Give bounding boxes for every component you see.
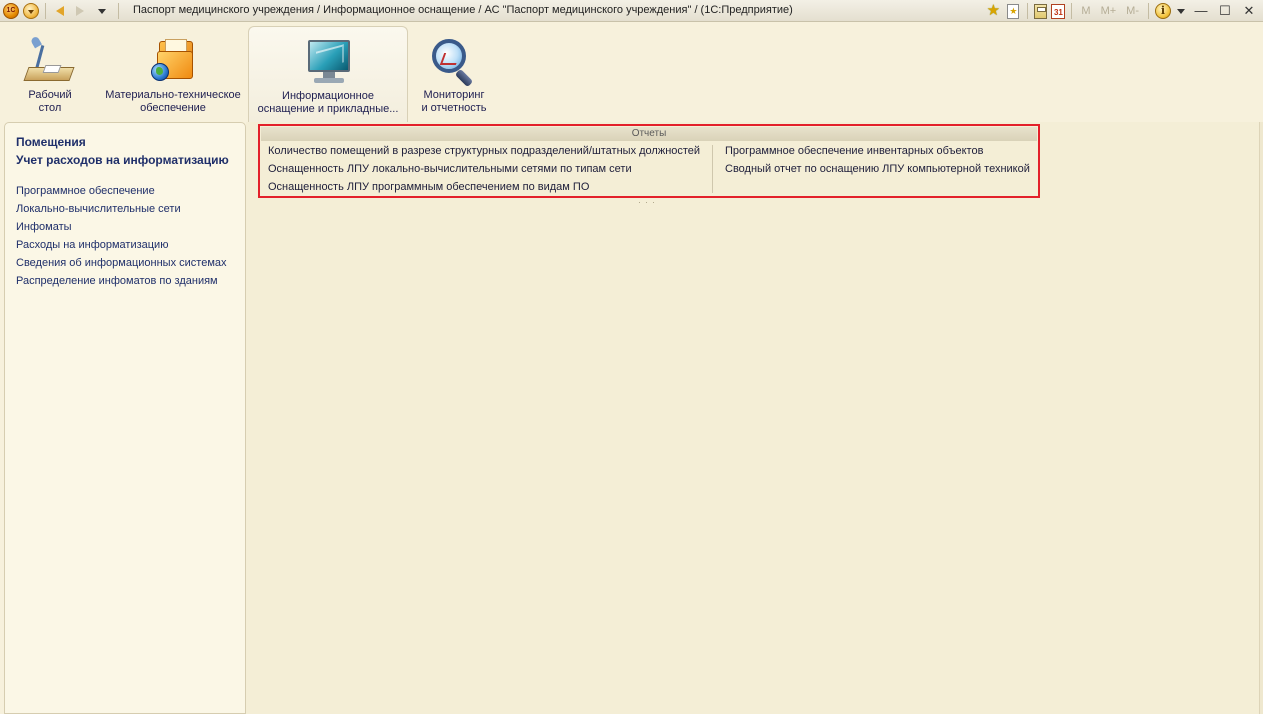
info-dropdown-icon[interactable] bbox=[1177, 8, 1185, 14]
report-rooms-by-departments[interactable]: Количество помещений в разрезе структурн… bbox=[268, 145, 700, 157]
add-to-favorites-icon[interactable]: ★ bbox=[1007, 3, 1020, 19]
toolbar-separator bbox=[118, 3, 119, 19]
section-monitoring[interactable]: Мониторинг и отчетность bbox=[412, 23, 496, 122]
reports-header: Отчеты bbox=[261, 127, 1037, 141]
memory-m-button[interactable]: M bbox=[1078, 5, 1093, 17]
calendar-icon[interactable]: 31 bbox=[1051, 3, 1066, 19]
section-label-line1: Информационное bbox=[282, 90, 374, 102]
info-icon[interactable]: i bbox=[1155, 3, 1171, 19]
memory-minus-button[interactable]: M- bbox=[1123, 5, 1142, 17]
history-dropdown-icon[interactable] bbox=[98, 8, 106, 14]
nav-item-information-systems[interactable]: Сведения об информационных системах bbox=[16, 257, 227, 269]
section-desktop[interactable]: Рабочий стол bbox=[4, 23, 96, 122]
report-computer-equipment-summary[interactable]: Сводный отчет по оснащению ЛПУ компьютер… bbox=[725, 163, 1030, 175]
folder-globe-icon bbox=[149, 37, 197, 85]
section-label-line2: и отчетность bbox=[421, 102, 487, 114]
favorites-star-icon[interactable]: ★ bbox=[985, 3, 1001, 19]
section-information-equipment[interactable]: Информационное оснащение и прикладные... bbox=[248, 26, 408, 122]
column-divider bbox=[712, 145, 713, 193]
toolbar-separator bbox=[45, 3, 46, 19]
desk-icon bbox=[23, 35, 75, 85]
nav-item-infomats-by-buildings[interactable]: Распределение инфоматов по зданиям bbox=[16, 275, 218, 287]
main-area: Отчеты Количество помещений в разрезе ст… bbox=[246, 122, 1263, 714]
nav-item-it-expenses-accounting[interactable]: Учет расходов на информатизацию bbox=[16, 153, 229, 167]
1c-logo-icon[interactable]: 1C bbox=[3, 3, 19, 19]
splitter-grip[interactable]: ··· bbox=[638, 197, 659, 207]
section-label-line1: Материально-техническое bbox=[105, 89, 241, 101]
magnifier-icon bbox=[430, 37, 478, 88]
nav-item-infomats[interactable]: Инфоматы bbox=[16, 221, 72, 233]
section-label-line1: Рабочий bbox=[28, 89, 72, 101]
section-label-line2: обеспечение bbox=[140, 102, 206, 114]
report-lan-equipment[interactable]: Оснащенность ЛПУ локально-вычислительным… bbox=[268, 163, 632, 175]
memory-plus-button[interactable]: M+ bbox=[1098, 5, 1120, 17]
title-bar-left-tools: 1C bbox=[3, 2, 121, 20]
toolbar-separator bbox=[1027, 3, 1029, 19]
title-bar-right-tools: ★ ★ 31 M M+ M- i — ☐ ✕ bbox=[985, 2, 1259, 20]
minimize-button[interactable]: — bbox=[1191, 2, 1211, 20]
nav-item-rooms[interactable]: Помещения bbox=[16, 135, 86, 149]
reports-group: Отчеты Количество помещений в разрезе ст… bbox=[258, 124, 1040, 198]
section-logistics[interactable]: Материально-техническое обеспечение bbox=[100, 23, 246, 122]
section-label-line1: Мониторинг bbox=[423, 89, 485, 101]
report-inventory-software[interactable]: Программное обеспечение инвентарных объе… bbox=[725, 145, 983, 157]
nav-item-it-expenses[interactable]: Расходы на информатизацию bbox=[16, 239, 168, 251]
nav-item-local-networks[interactable]: Локально-вычислительные сети bbox=[16, 203, 181, 215]
calculator-icon[interactable] bbox=[1034, 3, 1048, 19]
monitor-icon bbox=[304, 38, 352, 86]
maximize-button[interactable]: ☐ bbox=[1215, 2, 1235, 20]
section-label-line2: оснащение и прикладные... bbox=[257, 103, 399, 115]
main-menu-button[interactable] bbox=[23, 3, 39, 19]
sections-panel: Рабочий стол Материально-техническое обе… bbox=[0, 23, 1263, 122]
window-title: Паспорт медицинского учреждения / Информ… bbox=[133, 4, 793, 16]
close-button[interactable]: ✕ bbox=[1239, 2, 1259, 20]
nav-item-software[interactable]: Программное обеспечение bbox=[16, 185, 155, 197]
forward-arrow-icon[interactable] bbox=[76, 6, 84, 16]
right-edge bbox=[1259, 122, 1263, 714]
navigation-panel: Помещения Учет расходов на информатизаци… bbox=[4, 122, 246, 714]
report-software-equipment[interactable]: Оснащенность ЛПУ программным обеспечение… bbox=[268, 181, 589, 193]
back-arrow-icon[interactable] bbox=[56, 6, 64, 16]
section-label-line2: стол bbox=[38, 102, 62, 114]
toolbar-separator bbox=[1071, 3, 1073, 19]
title-bar: 1C Паспорт медицинского учреждения / Инф… bbox=[0, 0, 1263, 22]
toolbar-separator bbox=[1148, 3, 1149, 19]
